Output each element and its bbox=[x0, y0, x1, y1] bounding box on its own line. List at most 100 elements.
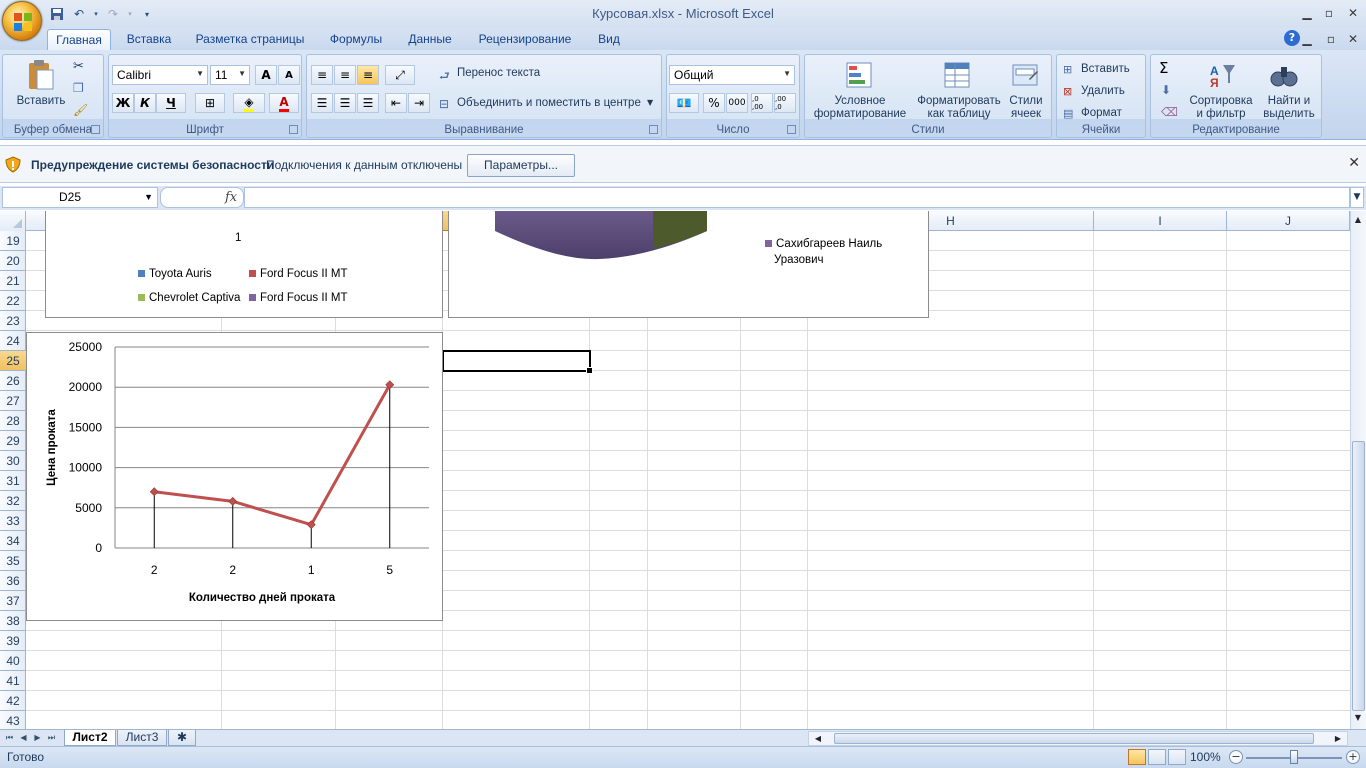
fill-color-button[interactable]: ◈ bbox=[233, 93, 265, 113]
row-header[interactable]: 29 bbox=[0, 431, 26, 451]
scroll-up-icon[interactable]: ▲ bbox=[1351, 213, 1365, 227]
ribbon-minimize-icon[interactable]: ▁ bbox=[1296, 30, 1318, 48]
increase-decimal-button[interactable]: ,0 ,00 bbox=[751, 93, 773, 113]
insert-sheet-button[interactable]: ✱ bbox=[168, 730, 196, 746]
fill-icon[interactable]: ⬇ bbox=[1161, 83, 1171, 97]
chart-top-right[interactable]: Сахибгареев Наиль Уразович bbox=[448, 211, 929, 318]
last-sheet-icon[interactable]: ⏭ bbox=[45, 731, 58, 745]
row-header[interactable]: 33 bbox=[0, 511, 26, 531]
expand-formula-bar-icon[interactable]: ▼ bbox=[1350, 187, 1364, 208]
prev-sheet-icon[interactable]: ◀ bbox=[17, 731, 30, 745]
restore-icon[interactable]: ▫ bbox=[1318, 4, 1340, 22]
row-header[interactable]: 40 bbox=[0, 651, 26, 671]
font-name-select[interactable]: Calibri ▼ bbox=[112, 65, 208, 85]
sort-filter-button[interactable]: Сортировка и фильтр bbox=[1183, 95, 1259, 121]
orientation-button[interactable]: ⤢ bbox=[385, 65, 415, 85]
vertical-scroll-thumb[interactable] bbox=[1352, 441, 1365, 711]
row-header[interactable]: 27 bbox=[0, 391, 26, 411]
find-select-button[interactable]: Найти и выделить bbox=[1259, 95, 1319, 121]
row-header[interactable]: 39 bbox=[0, 631, 26, 651]
row-header[interactable]: 34 bbox=[0, 531, 26, 551]
tab-formulas[interactable]: Формулы bbox=[322, 29, 390, 50]
formula-input[interactable] bbox=[244, 187, 1350, 208]
grow-font-button[interactable]: A bbox=[255, 65, 277, 85]
row-header[interactable]: 22 bbox=[0, 291, 26, 311]
column-header[interactable]: I bbox=[1094, 211, 1227, 231]
name-box[interactable]: D25 ▼ bbox=[2, 187, 158, 208]
decrease-indent-button[interactable]: ⇤ bbox=[385, 93, 407, 113]
cell-styles-button[interactable]: Стили ячеек bbox=[1003, 95, 1049, 121]
row-header[interactable]: 20 bbox=[0, 251, 26, 271]
minimize-icon[interactable]: ▁ bbox=[1296, 4, 1318, 22]
clear-icon[interactable]: ⌫ bbox=[1161, 105, 1178, 119]
select-all-button[interactable] bbox=[0, 211, 26, 231]
number-format-select[interactable]: Общий ▼ bbox=[669, 65, 795, 85]
row-header[interactable]: 36 bbox=[0, 571, 26, 591]
selected-cell[interactable] bbox=[442, 350, 593, 374]
align-center-button[interactable]: ☰ bbox=[334, 93, 356, 113]
row-header[interactable]: 42 bbox=[0, 691, 26, 711]
horizontal-scroll-thumb[interactable] bbox=[834, 733, 1314, 744]
merge-dropdown-icon[interactable]: ▼ bbox=[647, 98, 653, 107]
align-left-button[interactable]: ☰ bbox=[311, 93, 333, 113]
row-header[interactable]: 35 bbox=[0, 551, 26, 571]
scroll-right-icon[interactable]: ▶ bbox=[1331, 732, 1345, 746]
copy-icon[interactable]: ❐ bbox=[73, 81, 84, 95]
security-options-button[interactable]: Параметры... bbox=[467, 154, 575, 177]
merge-center-button[interactable]: Объединить и поместить в центре bbox=[457, 97, 641, 109]
normal-view-button[interactable] bbox=[1128, 749, 1146, 765]
next-sheet-icon[interactable]: ▶ bbox=[31, 731, 44, 745]
borders-button[interactable]: ⊞ bbox=[195, 93, 225, 113]
alignment-launcher-icon[interactable] bbox=[649, 125, 658, 134]
column-header[interactable]: J bbox=[1227, 211, 1350, 231]
delete-cells-button[interactable]: Удалить bbox=[1081, 85, 1125, 97]
zoom-out-icon[interactable]: − bbox=[1229, 750, 1243, 764]
horizontal-scrollbar[interactable]: ◀ ▶ bbox=[808, 731, 1348, 746]
insert-cells-button[interactable]: Вставить bbox=[1081, 63, 1130, 75]
align-right-button[interactable]: ☰ bbox=[357, 93, 379, 113]
align-bottom-button[interactable]: ≡ bbox=[357, 65, 379, 85]
page-layout-view-button[interactable] bbox=[1148, 749, 1166, 765]
format-cells-button[interactable]: Формат bbox=[1081, 107, 1122, 119]
zoom-in-icon[interactable]: + bbox=[1346, 750, 1360, 764]
conditional-formatting-button[interactable]: Условное форматирование bbox=[807, 95, 913, 121]
align-middle-button[interactable]: ≡ bbox=[334, 65, 356, 85]
row-header[interactable]: 24 bbox=[0, 331, 26, 351]
line-chart[interactable]: 25000 20000 15000 10000 5000 0 2 2 1 5 Количество … bbox=[26, 332, 443, 621]
sheet-tab-list3[interactable]: Лист3 bbox=[117, 730, 167, 746]
zoom-level[interactable]: 100% bbox=[1190, 750, 1221, 764]
row-header[interactable]: 23 bbox=[0, 311, 26, 331]
tab-review[interactable]: Рецензирование bbox=[470, 29, 580, 50]
chart-top-left[interactable]: 1 Toyota Auris Ford Focus II MT Chevrole… bbox=[45, 211, 443, 318]
row-header[interactable]: 43 bbox=[0, 711, 26, 729]
row-header[interactable]: 32 bbox=[0, 491, 26, 511]
currency-button[interactable]: 💶 bbox=[669, 93, 699, 113]
tab-home[interactable]: Главная bbox=[47, 29, 111, 50]
font-size-select[interactable]: 11 ▼ bbox=[210, 65, 250, 85]
row-header[interactable]: 30 bbox=[0, 451, 26, 471]
sheet-tab-list2[interactable]: Лист2 bbox=[64, 730, 116, 746]
bold-button[interactable]: Ж bbox=[112, 93, 134, 113]
insert-function-button[interactable]: fx bbox=[225, 190, 237, 205]
scroll-down-icon[interactable]: ▼ bbox=[1351, 711, 1365, 725]
clipboard-launcher-icon[interactable] bbox=[91, 125, 100, 134]
row-header-selected[interactable]: 25 bbox=[0, 351, 26, 371]
office-button[interactable] bbox=[2, 1, 42, 41]
autosum-icon[interactable]: Σ bbox=[1159, 59, 1168, 77]
tab-page-layout[interactable]: Разметка страницы bbox=[190, 29, 310, 50]
zoom-slider-thumb[interactable] bbox=[1290, 750, 1298, 764]
paste-button[interactable]: Вставить bbox=[11, 95, 71, 108]
wrap-text-button[interactable]: Перенос текста bbox=[457, 67, 540, 79]
ribbon-close-icon[interactable]: ✕ bbox=[1342, 30, 1364, 48]
tab-data[interactable]: Данные bbox=[400, 29, 460, 50]
row-header[interactable]: 26 bbox=[0, 371, 26, 391]
row-header[interactable]: 38 bbox=[0, 611, 26, 631]
cut-icon[interactable]: ✂ bbox=[73, 59, 84, 74]
paste-icon[interactable] bbox=[25, 59, 55, 91]
thousands-button[interactable]: 000 bbox=[726, 93, 748, 113]
scroll-left-icon[interactable]: ◀ bbox=[811, 732, 825, 746]
format-painter-icon[interactable]: 🖌 bbox=[73, 103, 88, 117]
format-as-table-button[interactable]: Форматировать как таблицу bbox=[911, 95, 1007, 121]
italic-button[interactable]: К bbox=[134, 93, 156, 113]
first-sheet-icon[interactable]: ⏮ bbox=[3, 731, 16, 745]
